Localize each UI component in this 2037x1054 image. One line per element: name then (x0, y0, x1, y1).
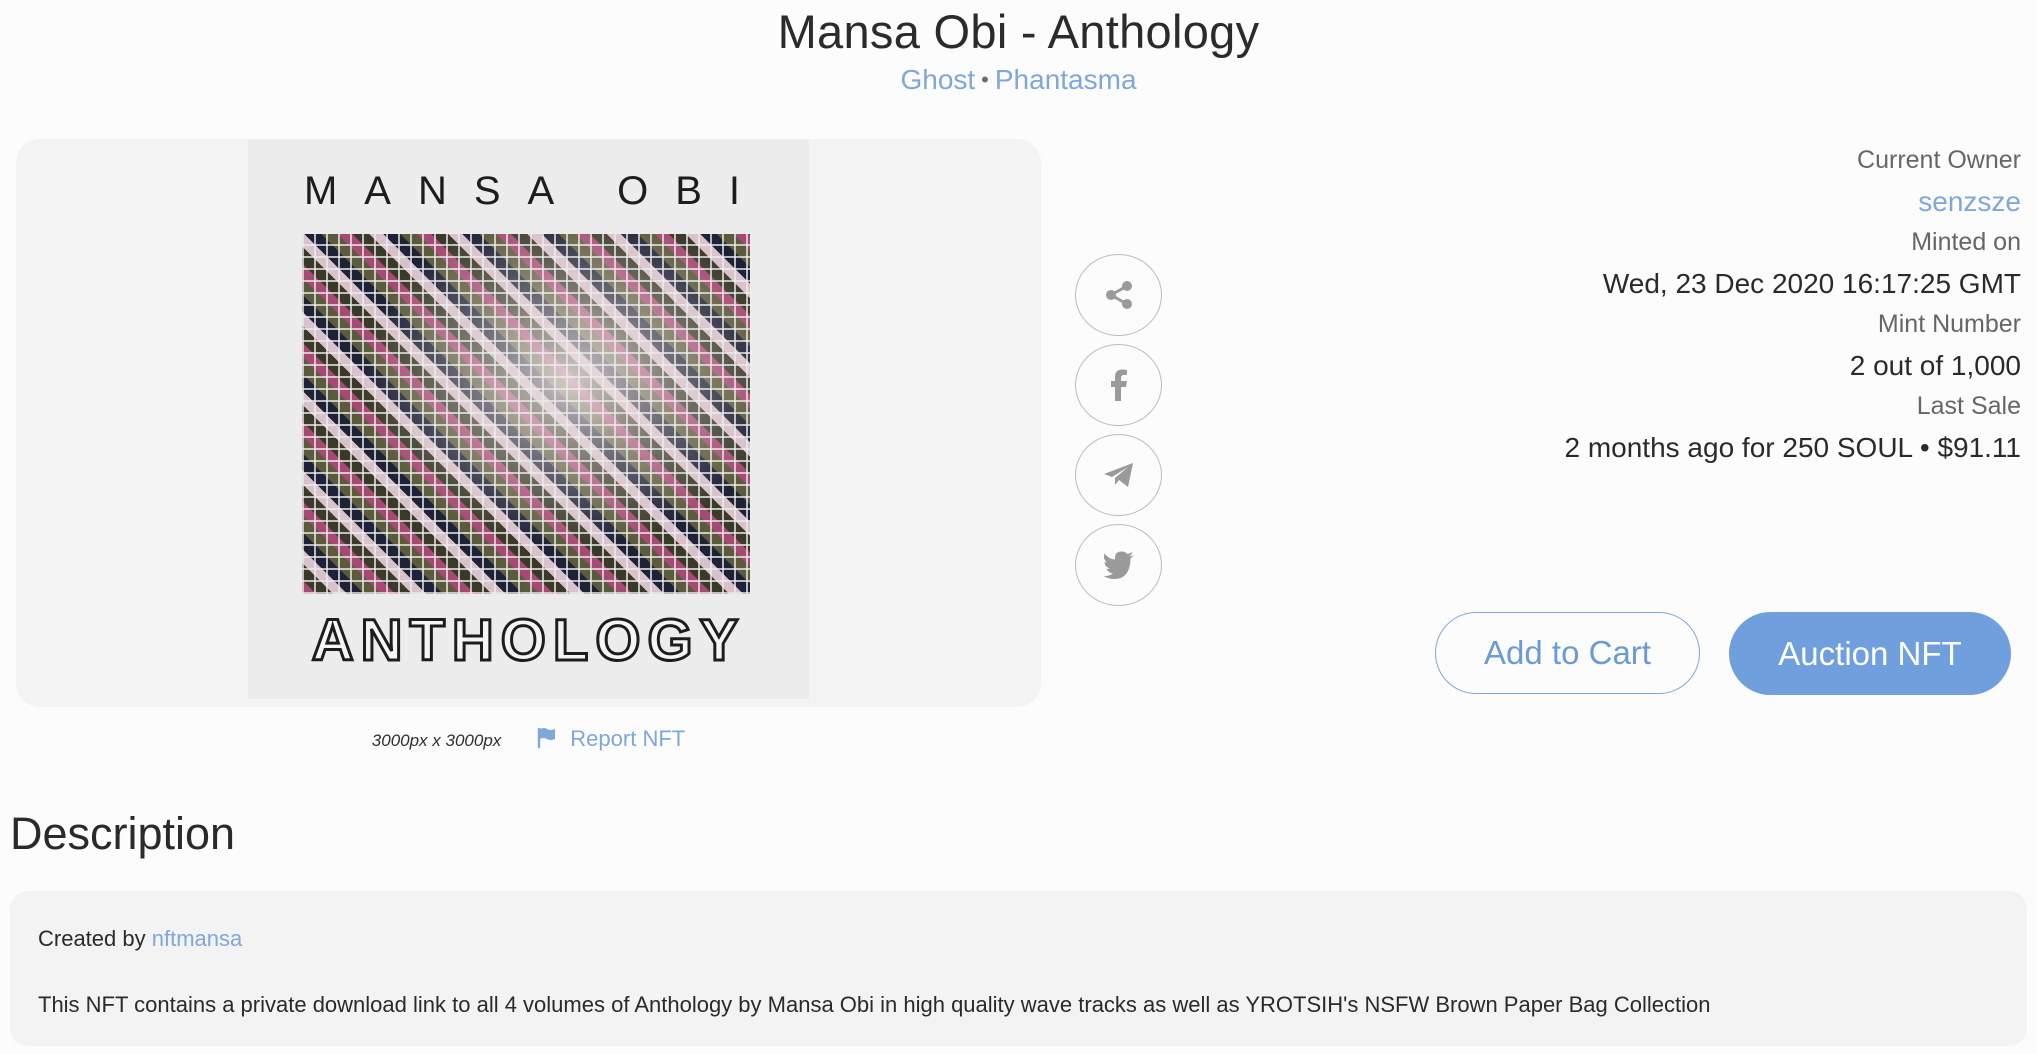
flag-icon (538, 728, 556, 748)
created-by-line: Created by nftmansa (38, 921, 2027, 957)
mint-number-value: 2 out of 1,000 (1849, 350, 2021, 381)
created-by-label: Created by (38, 926, 146, 951)
breadcrumb-separator: • (981, 67, 989, 92)
nft-info-panel: Current Owner senzsze Minted on Wed, 23 … (1321, 140, 2021, 468)
minted-on-label: Minted on (1911, 228, 2021, 256)
mint-number-label: Mint Number (1877, 310, 2021, 338)
auction-nft-button[interactable]: Auction NFT (1729, 612, 2011, 695)
description-text: This NFT contains a private download lin… (38, 992, 1711, 1017)
facebook-icon (1110, 369, 1127, 401)
facebook-share-button[interactable] (1075, 344, 1162, 426)
image-meta-row: 3000px x 3000px Report NFT (0, 726, 1057, 752)
last-sale-value: 2 months ago for 250 SOUL • $91.11 (1564, 432, 2021, 463)
description-heading: Description (10, 808, 236, 859)
breadcrumb-link-phantasma[interactable]: Phantasma (995, 64, 1137, 95)
minted-on-value: Wed, 23 Dec 2020 16:17:25 GMT (1602, 268, 2021, 299)
twitter-share-button[interactable] (1075, 524, 1162, 606)
breadcrumb-link-ghost[interactable]: Ghost (900, 64, 975, 95)
nft-detail-page: Mansa Obi - Anthology Ghost • Phantasma MA… (0, 0, 2037, 1054)
artwork-bottom-text: ANTHOLOGY (310, 607, 746, 675)
breadcrumb: Ghost • Phantasma (0, 64, 2037, 96)
share-button[interactable] (1075, 254, 1162, 336)
telegram-share-button[interactable] (1075, 434, 1162, 516)
report-nft-label: Report NFT (570, 726, 686, 751)
creator-link[interactable]: nftmansa (152, 926, 243, 951)
artwork-mosaic (302, 234, 750, 594)
current-owner-link[interactable]: senzsze (1321, 181, 2021, 222)
image-dimensions: 3000px x 3000px (371, 731, 502, 750)
page-title: Mansa Obi - Anthology (777, 5, 1260, 58)
share-icon (1105, 281, 1132, 309)
report-nft-link[interactable]: Report NFT (536, 726, 685, 751)
nft-image-panel: MANSA OBI ANTHOLOGY (16, 139, 1041, 707)
telegram-icon (1103, 463, 1133, 487)
artwork-top-text: MANSA OBI (303, 169, 768, 213)
twitter-icon (1103, 551, 1134, 579)
add-to-cart-button[interactable]: Add to Cart (1435, 612, 1700, 694)
nft-artwork[interactable]: MANSA OBI ANTHOLOGY (248, 139, 809, 699)
current-owner-label: Current Owner (1857, 146, 2021, 174)
last-sale-label: Last Sale (1916, 392, 2021, 420)
description-panel: Created by nftmansa This NFT contains a … (10, 891, 2027, 1046)
